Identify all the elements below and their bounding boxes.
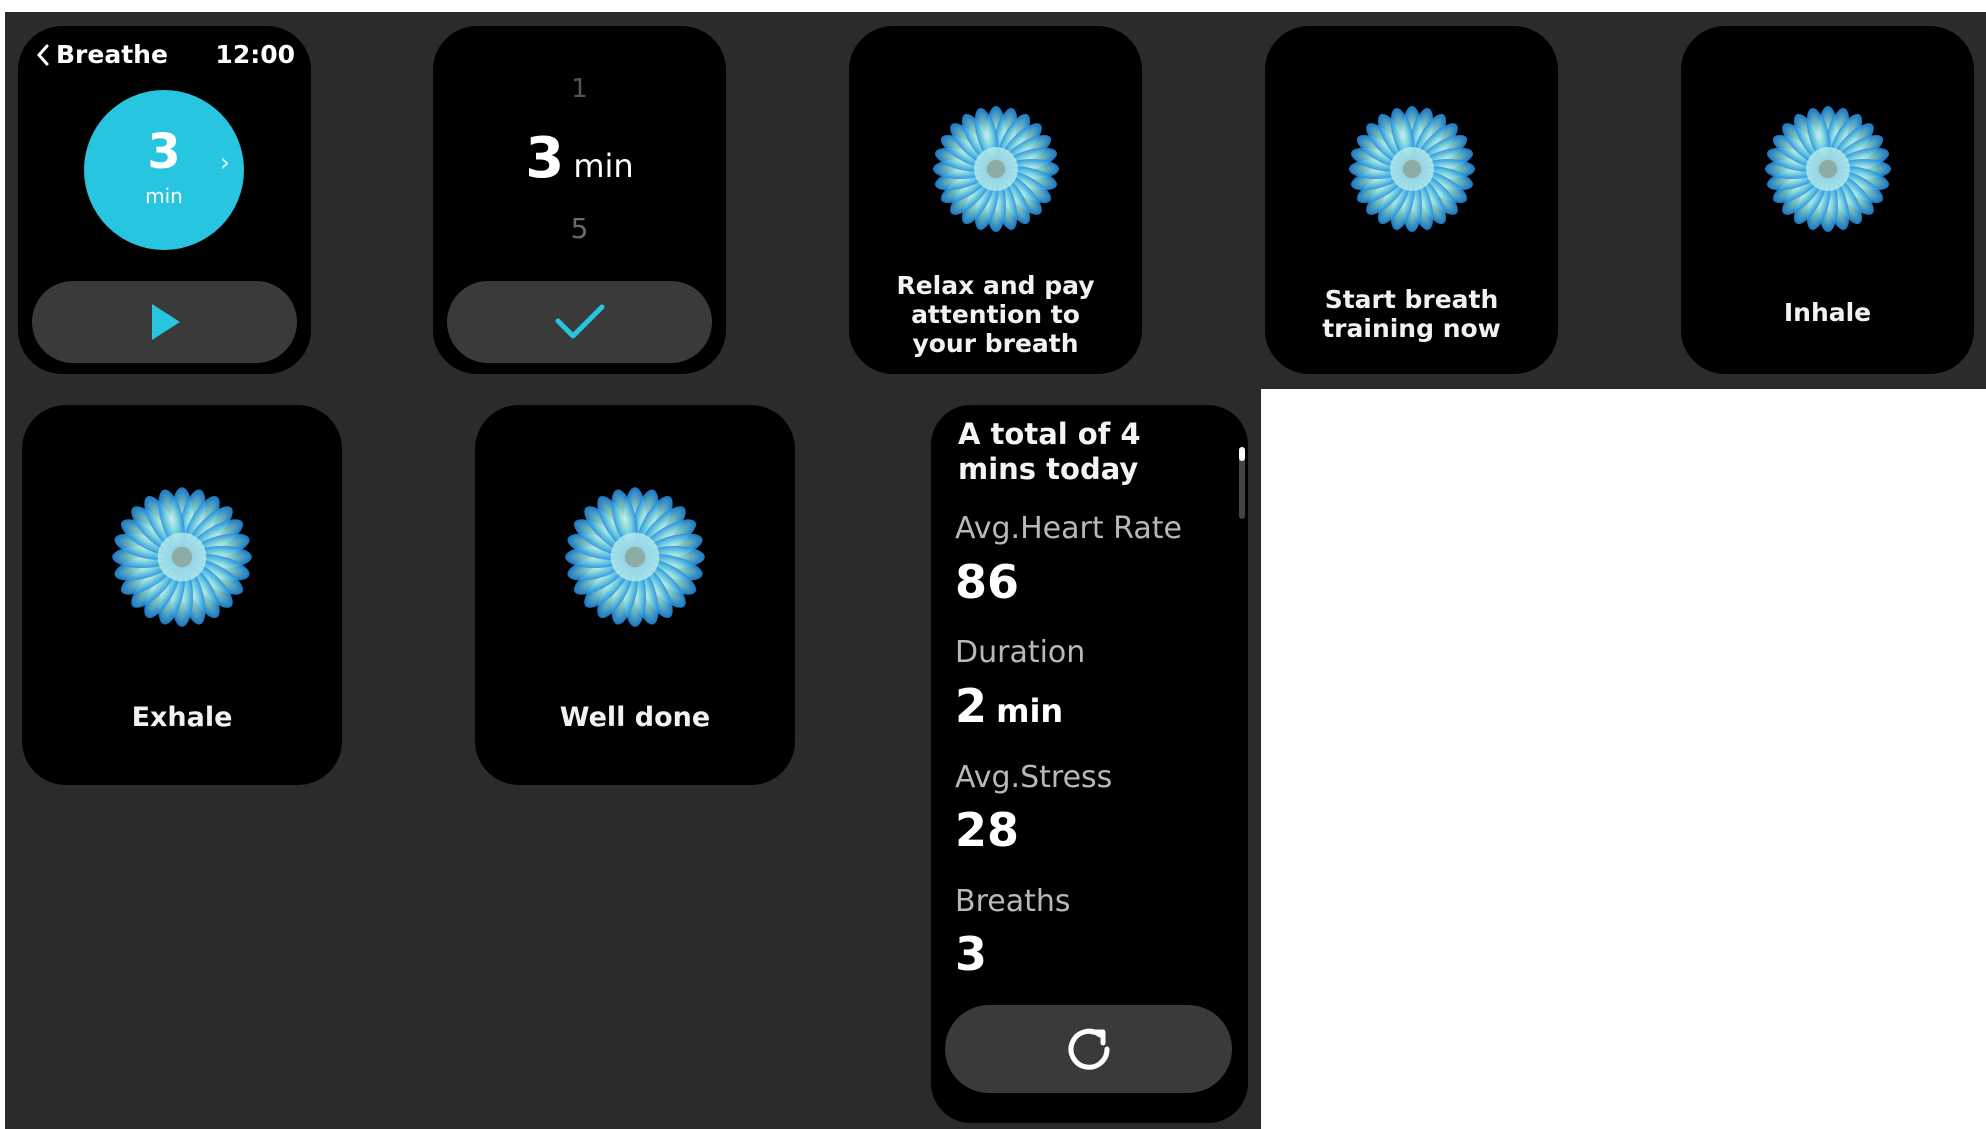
picker-unit: min	[573, 147, 634, 185]
clock-time: 12:00	[215, 40, 295, 69]
checkmark-icon	[555, 304, 604, 339]
picker-selected[interactable]: 3 min	[433, 126, 726, 191]
back-button[interactable]: Breathe	[36, 40, 168, 69]
stat-value-breaths: 3	[955, 927, 988, 981]
scrollbar-thumb[interactable]	[1239, 447, 1245, 461]
screen-inhale: Inhale	[1681, 26, 1974, 374]
screen-caption: Relax and pay attention to your breath	[896, 271, 1095, 358]
screen-start-training: Start breath training now	[1265, 26, 1558, 374]
play-icon	[151, 304, 180, 340]
screen-caption: Inhale	[1783, 298, 1872, 327]
summary-title: A total of 4 mins today	[958, 417, 1141, 486]
picker-option-below[interactable]: 5	[433, 212, 726, 245]
refresh-icon	[1068, 1028, 1110, 1070]
stat-label-breaths: Breaths	[955, 884, 1071, 919]
screen-caption: Start breath training now	[1322, 285, 1501, 343]
screen-caption: Exhale	[131, 702, 233, 733]
screen-breathe-start: Breathe 12:00 3 min ›	[18, 26, 311, 374]
confirm-button[interactable]	[447, 281, 712, 363]
screen-well-done: Well done	[475, 405, 795, 785]
breathe-flower-icon	[1349, 106, 1475, 232]
stat-value-duration: 2	[955, 679, 988, 733]
stat-label-stress: Avg.Stress	[955, 760, 1113, 795]
picker-value: 3	[525, 126, 565, 191]
chevron-left-icon	[36, 44, 49, 65]
screen-exhale: Exhale	[22, 405, 342, 785]
stat-value-heart-rate: 86	[955, 555, 1020, 609]
stat-unit-duration: min	[996, 692, 1064, 730]
stat-duration: 2 min	[955, 679, 1063, 733]
screen-summary: A total of 4 mins today Avg.Heart Rate 8…	[931, 405, 1248, 1123]
screen-duration-picker: 1 3 min 5	[433, 26, 726, 374]
breathe-flower-icon	[1765, 106, 1891, 232]
stat-label-heart-rate: Avg.Heart Rate	[955, 511, 1182, 546]
breathe-flower-icon	[565, 487, 705, 627]
duration-selector[interactable]: 3 min ›	[84, 90, 244, 250]
breathe-flower-icon	[933, 106, 1059, 232]
picker-option-above[interactable]: 1	[433, 74, 726, 104]
stat-label-duration: Duration	[955, 635, 1086, 670]
stat-value-stress: 28	[955, 803, 1020, 857]
breathe-flower-icon	[112, 487, 252, 627]
screen-relax: Relax and pay attention to your breath	[849, 26, 1142, 374]
chevron-right-icon: ›	[219, 148, 230, 178]
restart-button[interactable]	[945, 1005, 1232, 1093]
start-button[interactable]	[32, 281, 297, 363]
scrollbar[interactable]	[1239, 447, 1245, 519]
duration-unit: min	[145, 184, 183, 208]
back-label: Breathe	[56, 40, 168, 69]
screen-caption: Well done	[559, 702, 711, 733]
